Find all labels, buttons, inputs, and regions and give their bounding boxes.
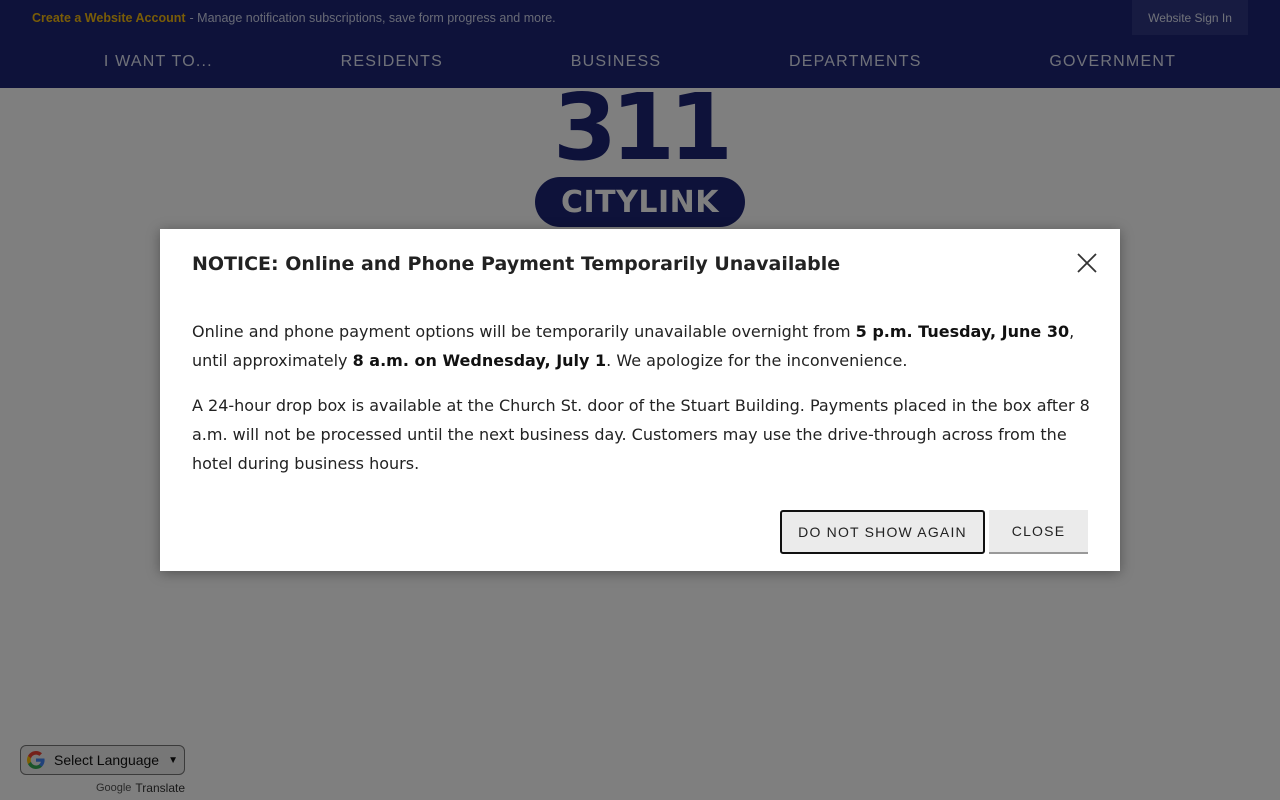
notice-paragraph-1: Online and phone payment options will be…	[192, 317, 1092, 375]
notice-modal: NOTICE: Online and Phone Payment Tempora…	[160, 229, 1120, 571]
notice-end-time: 8 a.m. on Wednesday, July 1	[352, 351, 607, 370]
notice-text: Online and phone payment options will be…	[192, 322, 856, 341]
modal-title: NOTICE: Online and Phone Payment Tempora…	[192, 253, 841, 275]
close-icon[interactable]	[1075, 251, 1099, 275]
do-not-show-again-button[interactable]: DO NOT SHOW AGAIN	[780, 510, 985, 554]
notice-paragraph-2: A 24-hour drop box is available at the C…	[192, 396, 1090, 473]
modal-body: Online and phone payment options will be…	[192, 317, 1092, 494]
close-button[interactable]: CLOSE	[989, 510, 1088, 554]
notice-start-time: 5 p.m. Tuesday, June 30	[855, 322, 1070, 341]
notice-text: . We apologize for the inconvenience.	[606, 351, 908, 370]
